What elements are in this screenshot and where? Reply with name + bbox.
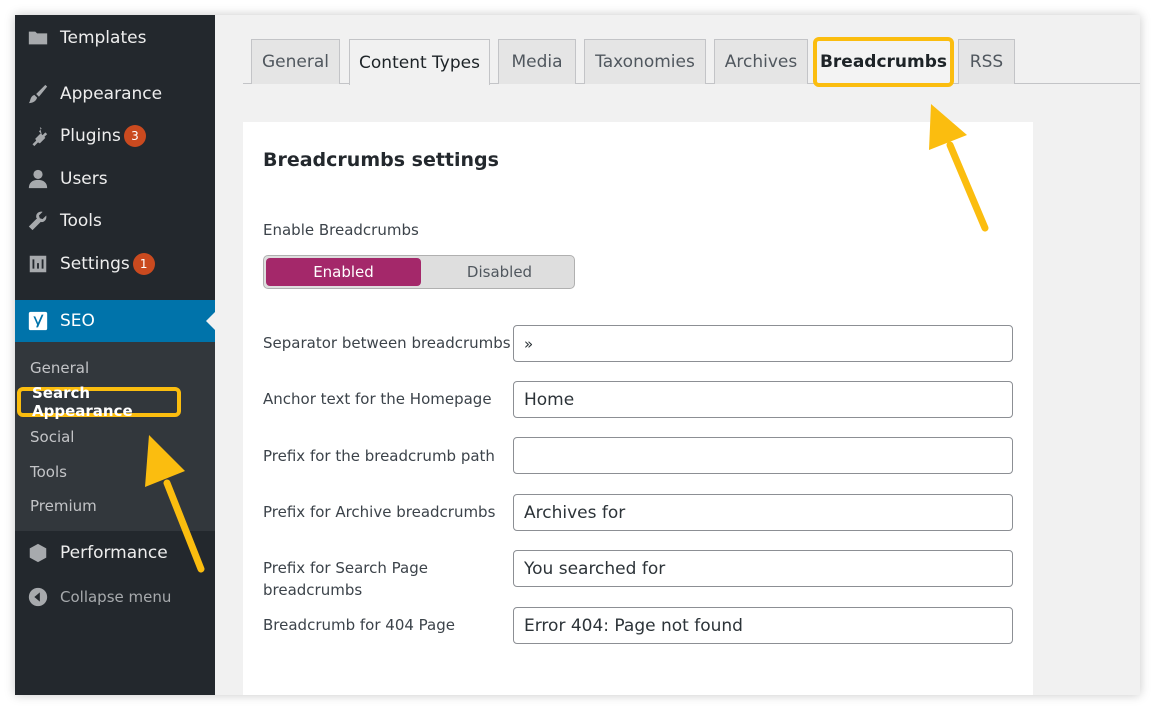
- menu-item-seo[interactable]: SEO: [15, 300, 215, 342]
- submenu-item-search-appearance[interactable]: Search Appearance: [17, 384, 181, 420]
- breadcrumb-path-prefix-label: Prefix for the breadcrumb path: [263, 447, 495, 465]
- menu-label: Users: [60, 169, 108, 189]
- paintbrush-icon: [25, 81, 51, 107]
- arrow-pointing-search-appearance: [145, 435, 205, 573]
- breadcrumb-path-prefix-input[interactable]: [513, 437, 1013, 474]
- menu-label: Tools: [60, 211, 102, 231]
- menu-label: Plugins: [60, 126, 121, 146]
- menu-item-users[interactable]: Users: [15, 159, 215, 199]
- wp-admin-frame: Templates Appearance Plugins 3 Users Too…: [15, 15, 1140, 695]
- tab-breadcrumbs[interactable]: Breadcrumbs: [813, 37, 954, 87]
- tab-media[interactable]: Media: [498, 39, 576, 84]
- tab-taxonomies[interactable]: Taxonomies: [584, 39, 706, 84]
- settings-update-badge: 1: [132, 253, 155, 275]
- toggle-disabled-option[interactable]: Disabled: [423, 256, 574, 288]
- 404-breadcrumb-input[interactable]: [513, 607, 1013, 644]
- admin-sidebar: Templates Appearance Plugins 3 Users Too…: [15, 15, 215, 695]
- user-icon: [25, 166, 51, 192]
- search-prefix-input[interactable]: [513, 550, 1013, 587]
- submenu-item-social[interactable]: Social: [30, 428, 74, 446]
- menu-label: Settings: [60, 254, 130, 274]
- menu-item-settings[interactable]: Settings 1: [15, 244, 215, 284]
- active-menu-pointer: [206, 312, 215, 330]
- menu-item-plugins[interactable]: Plugins 3: [15, 116, 215, 156]
- yoast-icon: [25, 308, 51, 334]
- arrow-pointing-breadcrumbs-tab: [929, 104, 989, 232]
- tab-content-types[interactable]: Content Types: [349, 39, 490, 85]
- separator-input[interactable]: [513, 325, 1013, 362]
- performance-icon: [25, 540, 51, 566]
- enable-breadcrumbs-label: Enable Breadcrumbs: [263, 221, 419, 239]
- homepage-anchor-input[interactable]: [513, 381, 1013, 418]
- submenu-item-general[interactable]: General: [30, 359, 89, 377]
- separator-label: Separator between breadcrumbs: [263, 334, 511, 352]
- tab-rss[interactable]: RSS: [958, 39, 1015, 84]
- plugin-icon: [25, 123, 51, 149]
- menu-label: Templates: [60, 28, 147, 48]
- menu-item-templates[interactable]: Templates: [15, 18, 215, 58]
- search-prefix-label: Prefix for Search Page breadcrumbs: [263, 559, 428, 599]
- menu-item-tools[interactable]: Tools: [15, 201, 215, 241]
- menu-item-appearance[interactable]: Appearance: [15, 74, 215, 114]
- tab-general[interactable]: General: [251, 39, 340, 84]
- folder-icon: [25, 25, 51, 51]
- menu-label: SEO: [60, 311, 95, 331]
- panel-title: Breadcrumbs settings: [263, 149, 499, 171]
- wrench-icon: [25, 208, 51, 234]
- homepage-anchor-label: Anchor text for the Homepage: [263, 390, 492, 408]
- plugins-update-badge: 3: [123, 125, 146, 147]
- menu-label: Collapse menu: [60, 588, 172, 606]
- enable-breadcrumbs-toggle: Enabled Disabled: [263, 255, 575, 289]
- submenu-item-premium[interactable]: Premium: [30, 497, 97, 515]
- toggle-enabled-option[interactable]: Enabled: [266, 258, 421, 286]
- 404-breadcrumb-label: Breadcrumb for 404 Page: [263, 616, 455, 634]
- archive-prefix-input[interactable]: [513, 494, 1013, 531]
- submenu-item-tools[interactable]: Tools: [30, 463, 67, 481]
- menu-label: Appearance: [60, 84, 163, 104]
- archive-prefix-label: Prefix for Archive breadcrumbs: [263, 503, 496, 521]
- collapse-icon: [25, 584, 51, 610]
- settings-icon: [25, 251, 51, 277]
- tab-archives[interactable]: Archives: [714, 39, 808, 84]
- collapse-menu-button[interactable]: Collapse menu: [15, 577, 215, 617]
